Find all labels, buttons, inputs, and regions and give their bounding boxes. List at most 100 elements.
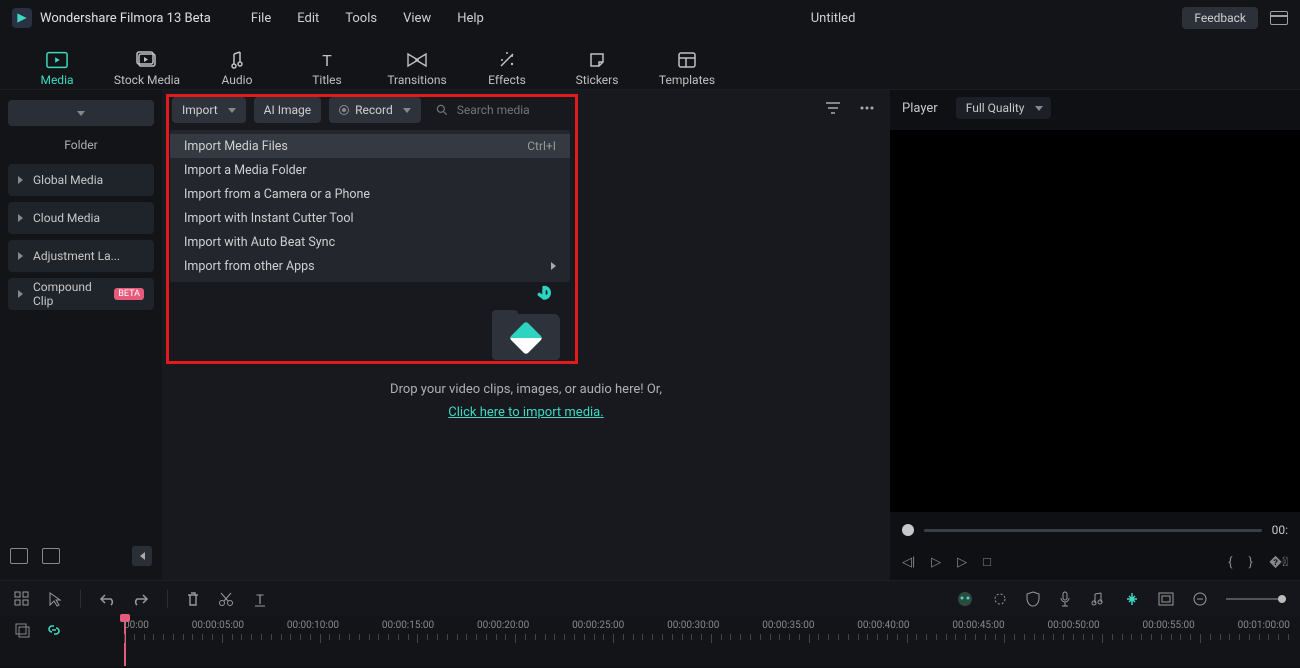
redo-icon[interactable] — [133, 592, 149, 606]
player-label: Player — [902, 101, 938, 116]
cursor-icon[interactable] — [48, 591, 62, 607]
import-media-folder[interactable]: Import a Media Folder — [170, 158, 570, 182]
titles-icon: T — [316, 51, 338, 69]
folder-dropdown[interactable] — [8, 100, 154, 126]
scrub-bar[interactable]: 00: — [890, 516, 1300, 544]
play-icon[interactable]: ▷ — [931, 555, 941, 570]
chevron-right-icon — [18, 252, 23, 260]
workspace: Folder Global Media Cloud Media Adjustme… — [0, 90, 1300, 580]
sidebar-item-cloud-media[interactable]: Cloud Media — [8, 202, 154, 234]
delete-icon[interactable] — [186, 591, 200, 607]
new-folder-icon[interactable] — [10, 548, 28, 564]
folder-icon[interactable] — [42, 548, 60, 564]
prev-frame-icon[interactable]: ◁| — [902, 555, 915, 570]
music-icon[interactable] — [1090, 591, 1106, 607]
workspace-tabs: Media Stock Media Audio TTitles Transiti… — [0, 36, 1300, 90]
preview-controls: ◁| ▷ ▷ □ { } �ื — [890, 544, 1300, 580]
collapse-sidebar-button[interactable] — [132, 546, 152, 566]
cut-icon[interactable] — [218, 591, 234, 607]
chevron-right-icon — [18, 176, 23, 184]
grid-icon[interactable] — [14, 591, 30, 607]
chevron-right-icon — [18, 214, 23, 222]
video-preview[interactable] — [890, 130, 1300, 512]
import-media-link[interactable]: Click here to import media. — [448, 405, 603, 420]
filter-icon[interactable] — [820, 96, 846, 124]
import-other-apps[interactable]: Import from other Apps — [170, 254, 570, 278]
timeline-ruler[interactable]: 00:00 00:00:05:00 00:00:10:00 00:00:15:0… — [124, 616, 1300, 666]
ai-icon[interactable] — [956, 590, 974, 608]
layout-toggle-icon[interactable] — [1270, 11, 1288, 25]
tab-stock-media[interactable]: Stock Media — [108, 37, 186, 87]
crop-icon[interactable]: �ื — [1269, 555, 1288, 570]
tab-templates[interactable]: Templates — [648, 37, 726, 87]
timeline-ticks — [124, 634, 1290, 644]
sidebar-item-adjustment-layer[interactable]: Adjustment La... — [8, 240, 154, 272]
media-panel: Import AI Image Record Import Media File… — [162, 90, 890, 580]
scrub-time: 00: — [1272, 523, 1288, 537]
tab-stickers[interactable]: Stickers — [558, 37, 636, 87]
svg-text:T: T — [322, 51, 332, 69]
tab-effects[interactable]: Effects — [468, 37, 546, 87]
marker-icon[interactable] — [1124, 591, 1140, 607]
mic-icon[interactable] — [1058, 591, 1072, 607]
tab-titles[interactable]: TTitles — [288, 37, 366, 87]
tab-audio[interactable]: Audio — [198, 37, 276, 87]
svg-text:T: T — [256, 593, 264, 607]
menu-file[interactable]: File — [251, 11, 271, 26]
media-toolbar: Import AI Image Record — [162, 90, 890, 130]
title-bar: Wondershare Filmora 13 Beta File Edit To… — [0, 0, 1300, 36]
menu-help[interactable]: Help — [457, 11, 484, 26]
main-menu: File Edit Tools View Help — [251, 11, 484, 26]
search-input[interactable] — [457, 103, 657, 117]
record-button[interactable]: Record — [329, 97, 421, 123]
sidebar: Folder Global Media Cloud Media Adjustme… — [0, 90, 162, 580]
menu-tools[interactable]: Tools — [345, 11, 377, 26]
mark-out-icon[interactable]: } — [1248, 555, 1252, 570]
timeline-toolbar: T — [0, 580, 1300, 616]
import-button[interactable]: Import — [172, 97, 246, 123]
ai-image-button[interactable]: AI Image — [254, 97, 321, 123]
import-camera-phone[interactable]: Import from a Camera or a Phone — [170, 182, 570, 206]
sidebar-item-compound-clip[interactable]: Compound ClipBETA — [8, 278, 154, 310]
tab-media[interactable]: Media — [18, 37, 96, 87]
sidebar-item-global-media[interactable]: Global Media — [8, 164, 154, 196]
drop-text: Drop your video clips, images, or audio … — [390, 382, 662, 397]
timeline-layers-icon[interactable] — [14, 622, 30, 638]
text-icon[interactable]: T — [252, 591, 268, 607]
link-icon[interactable] — [46, 622, 62, 638]
stop-icon[interactable]: □ — [983, 554, 991, 570]
import-media-files[interactable]: Import Media FilesCtrl+I — [170, 134, 570, 158]
menu-edit[interactable]: Edit — [297, 11, 319, 26]
zoom-slider[interactable] — [1226, 598, 1286, 600]
record-icon — [339, 105, 349, 115]
chevron-right-icon — [18, 290, 23, 298]
tab-transitions[interactable]: Transitions — [378, 37, 456, 87]
preview-panel: Player Full Quality 00: ◁| ▷ ▷ □ { } �ื — [890, 90, 1300, 580]
aspect-icon[interactable] — [1158, 592, 1174, 606]
more-icon[interactable] — [854, 96, 880, 124]
feedback-button[interactable]: Feedback — [1182, 7, 1258, 29]
quality-dropdown[interactable]: Full Quality — [956, 97, 1051, 119]
scrub-handle[interactable] — [902, 524, 914, 536]
stock-media-icon — [136, 51, 158, 69]
templates-icon — [676, 51, 698, 69]
download-arrow-icon — [530, 284, 558, 316]
search-icon — [435, 103, 449, 117]
menu-view[interactable]: View — [403, 11, 431, 26]
import-folder-graphic — [486, 290, 566, 360]
timeline: 00:00 00:00:05:00 00:00:10:00 00:00:15:0… — [0, 616, 1300, 666]
stickers-icon — [586, 51, 608, 69]
undo-icon[interactable] — [99, 592, 115, 606]
transitions-icon — [406, 51, 428, 69]
settings-icon[interactable] — [992, 591, 1008, 607]
mark-in-icon[interactable]: { — [1228, 555, 1232, 570]
zoom-out-icon[interactable] — [1192, 591, 1208, 607]
shield-icon[interactable] — [1026, 591, 1040, 607]
import-auto-beat-sync[interactable]: Import with Auto Beat Sync — [170, 230, 570, 254]
next-frame-icon[interactable]: ▷ — [957, 555, 967, 570]
search-wrap — [435, 103, 812, 117]
scrub-track[interactable] — [924, 529, 1262, 532]
import-instant-cutter[interactable]: Import with Instant Cutter Tool — [170, 206, 570, 230]
app-logo — [12, 8, 32, 28]
import-dropdown: Import Media FilesCtrl+I Import a Media … — [170, 130, 570, 282]
